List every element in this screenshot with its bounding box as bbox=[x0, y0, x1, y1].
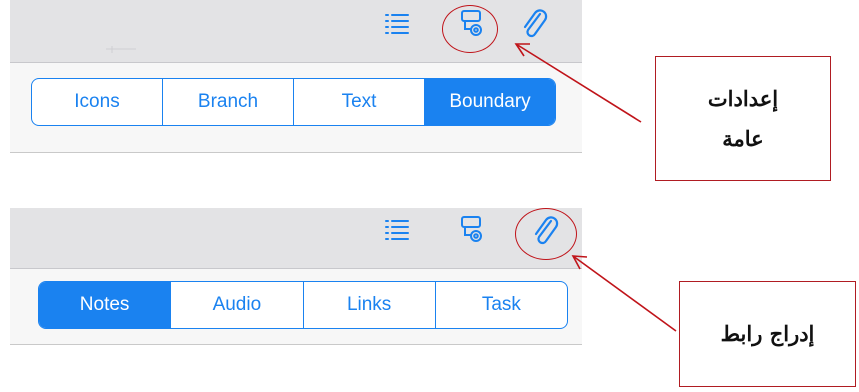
arrow-to-settings bbox=[515, 43, 642, 123]
arrowhead bbox=[514, 43, 530, 57]
arrow-to-attachment bbox=[572, 255, 677, 332]
annotation-arrows bbox=[514, 43, 677, 332]
